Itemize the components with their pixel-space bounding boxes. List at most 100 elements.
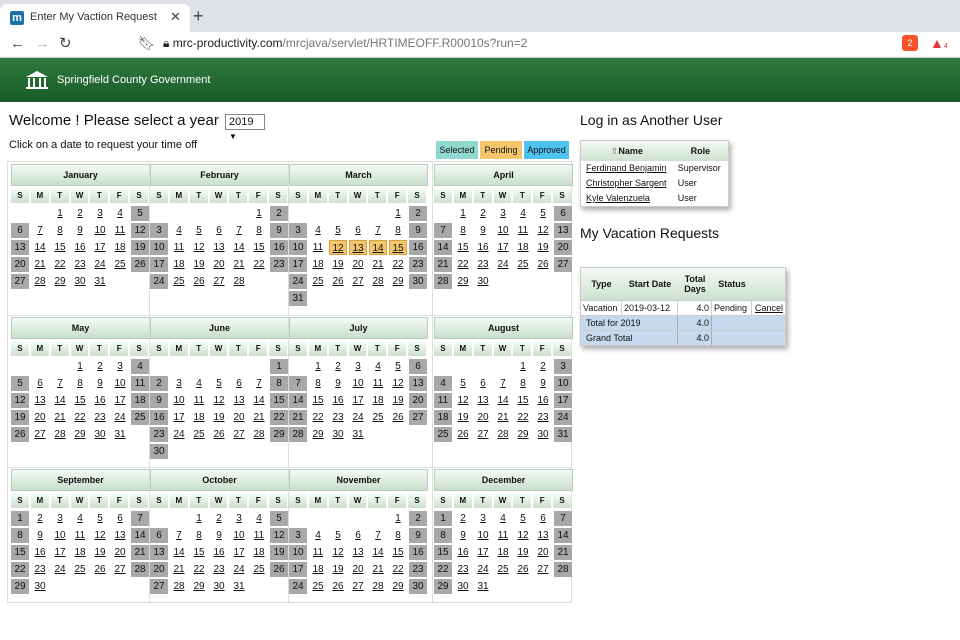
day-cell[interactable]: 5: [329, 528, 347, 543]
day-cell[interactable]: 11: [71, 528, 89, 543]
day-cell[interactable]: 22: [454, 257, 472, 272]
day-cell[interactable]: 7: [51, 376, 69, 391]
day-cell[interactable]: 15: [454, 240, 472, 255]
day-cell[interactable]: 14: [369, 545, 387, 560]
day-cell[interactable]: 2: [534, 359, 552, 374]
day-cell[interactable]: 11: [309, 240, 327, 255]
day-cell[interactable]: 14: [369, 240, 387, 255]
day-cell[interactable]: 2: [474, 206, 492, 221]
day-cell[interactable]: 9: [31, 528, 49, 543]
day-cell[interactable]: 25: [250, 562, 268, 577]
day-cell[interactable]: 2: [454, 511, 472, 526]
day-cell[interactable]: 22: [309, 410, 327, 425]
day-cell[interactable]: 4: [170, 223, 188, 238]
day-cell[interactable]: 28: [230, 274, 248, 289]
day-cell[interactable]: 8: [190, 528, 208, 543]
day-cell[interactable]: 26: [329, 579, 347, 594]
back-icon[interactable]: ←: [10, 35, 25, 53]
day-cell[interactable]: 31: [111, 427, 129, 442]
day-cell[interactable]: 6: [349, 223, 367, 238]
year-select[interactable]: 2019 ▼: [225, 114, 265, 141]
close-icon[interactable]: ✕: [170, 9, 181, 25]
day-cell[interactable]: 15: [51, 240, 69, 255]
day-cell[interactable]: 9: [71, 223, 89, 238]
day-cell[interactable]: 23: [454, 562, 472, 577]
day-cell[interactable]: 12: [534, 223, 552, 238]
day-cell[interactable]: 26: [91, 562, 109, 577]
day-cell[interactable]: 8: [51, 223, 69, 238]
day-cell[interactable]: 31: [474, 579, 492, 594]
day-cell[interactable]: 2: [31, 511, 49, 526]
day-cell[interactable]: 2: [210, 511, 228, 526]
user-name-link[interactable]: Christopher Sargent: [581, 176, 673, 191]
day-cell[interactable]: 24: [494, 257, 512, 272]
day-cell[interactable]: 18: [369, 393, 387, 408]
day-cell[interactable]: 4: [190, 376, 208, 391]
day-cell[interactable]: 6: [474, 376, 492, 391]
day-cell[interactable]: 15: [309, 393, 327, 408]
day-cell[interactable]: 5: [454, 376, 472, 391]
day-cell[interactable]: 7: [369, 223, 387, 238]
day-cell[interactable]: 18: [494, 545, 512, 560]
user-row[interactable]: Kyle Valenzuela User: [581, 191, 728, 206]
day-cell[interactable]: 29: [389, 274, 407, 289]
day-cell[interactable]: 5: [534, 206, 552, 221]
day-cell[interactable]: 10: [230, 528, 248, 543]
day-cell[interactable]: 3: [349, 359, 367, 374]
day-cell[interactable]: 8: [514, 376, 532, 391]
day-cell[interactable]: 3: [111, 359, 129, 374]
day-cell[interactable]: 25: [369, 410, 387, 425]
day-cell[interactable]: 1: [51, 206, 69, 221]
day-cell[interactable]: 30: [71, 274, 89, 289]
day-cell[interactable]: 12: [329, 240, 347, 255]
day-cell[interactable]: 21: [369, 257, 387, 272]
day-cell[interactable]: 15: [250, 240, 268, 255]
forward-icon[interactable]: →: [35, 35, 50, 53]
day-cell[interactable]: 25: [190, 427, 208, 442]
day-cell[interactable]: 8: [454, 223, 472, 238]
user-row[interactable]: Christopher Sargent User: [581, 176, 728, 191]
day-cell[interactable]: 9: [329, 376, 347, 391]
day-cell[interactable]: 30: [210, 579, 228, 594]
day-cell[interactable]: 21: [31, 257, 49, 272]
day-cell[interactable]: 12: [210, 393, 228, 408]
day-cell[interactable]: 6: [349, 528, 367, 543]
day-cell[interactable]: 23: [31, 562, 49, 577]
day-cell[interactable]: 4: [514, 206, 532, 221]
day-cell[interactable]: 21: [250, 410, 268, 425]
day-cell[interactable]: 28: [494, 427, 512, 442]
day-cell[interactable]: 9: [210, 528, 228, 543]
day-cell[interactable]: 13: [31, 393, 49, 408]
day-cell[interactable]: 6: [31, 376, 49, 391]
day-cell[interactable]: 21: [494, 410, 512, 425]
day-cell[interactable]: 9: [91, 376, 109, 391]
day-cell[interactable]: 7: [170, 528, 188, 543]
day-cell[interactable]: 6: [534, 511, 552, 526]
day-cell[interactable]: 13: [474, 393, 492, 408]
bookmark-icon[interactable]: 🔖︎: [138, 35, 156, 52]
day-cell[interactable]: 24: [170, 427, 188, 442]
day-cell[interactable]: 16: [329, 393, 347, 408]
day-cell[interactable]: 3: [494, 206, 512, 221]
day-cell[interactable]: 20: [349, 257, 367, 272]
day-cell[interactable]: 17: [494, 240, 512, 255]
day-cell[interactable]: 28: [51, 427, 69, 442]
day-cell[interactable]: 8: [309, 376, 327, 391]
day-cell[interactable]: 6: [111, 511, 129, 526]
day-cell[interactable]: 7: [494, 376, 512, 391]
day-cell[interactable]: 22: [514, 410, 532, 425]
day-cell[interactable]: 22: [250, 257, 268, 272]
day-cell[interactable]: 8: [250, 223, 268, 238]
day-cell[interactable]: 13: [210, 240, 228, 255]
day-cell[interactable]: 16: [210, 545, 228, 560]
day-cell[interactable]: 28: [369, 274, 387, 289]
day-cell[interactable]: 18: [111, 240, 129, 255]
day-cell[interactable]: 12: [389, 376, 407, 391]
day-cell[interactable]: 21: [170, 562, 188, 577]
day-cell[interactable]: 7: [230, 223, 248, 238]
day-cell[interactable]: 3: [230, 511, 248, 526]
day-cell[interactable]: 10: [51, 528, 69, 543]
day-cell[interactable]: 30: [31, 579, 49, 594]
day-cell[interactable]: 24: [111, 410, 129, 425]
day-cell[interactable]: 2: [71, 206, 89, 221]
